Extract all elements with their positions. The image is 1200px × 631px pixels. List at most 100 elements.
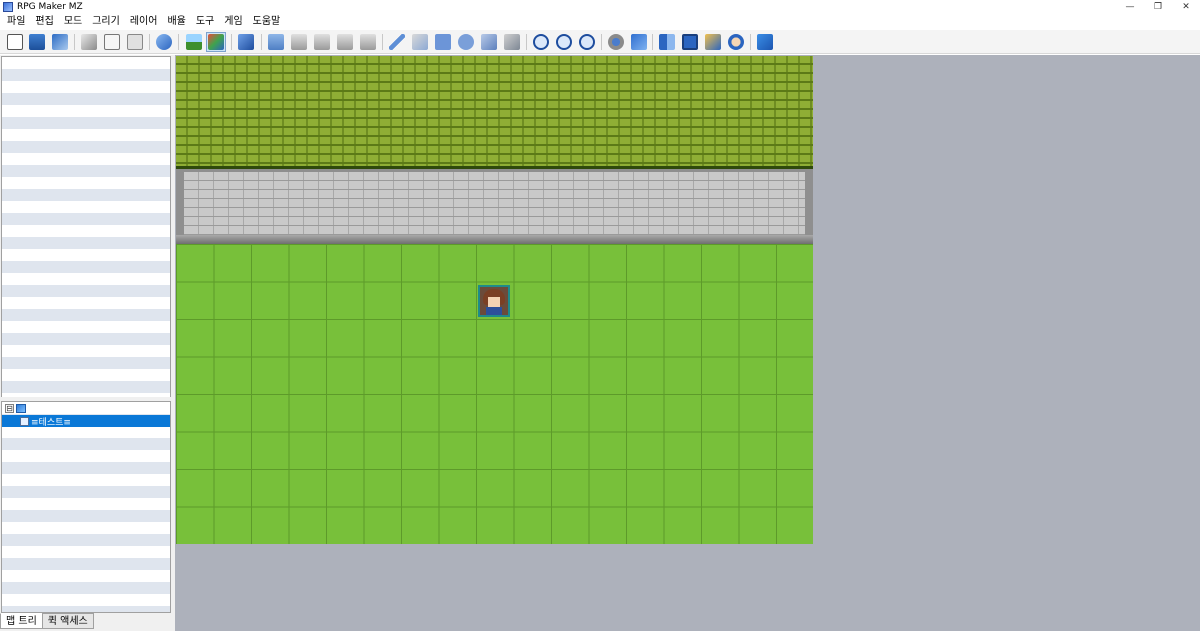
layer-2-icon bbox=[314, 34, 330, 50]
plugin-manager-icon bbox=[631, 34, 647, 50]
event-mode-button[interactable] bbox=[206, 32, 226, 52]
event-searcher-button[interactable] bbox=[680, 32, 700, 52]
menu-tools[interactable]: 도구 bbox=[191, 13, 219, 30]
map-tree-root[interactable]: ⊟ bbox=[2, 402, 170, 414]
toolbar-separator bbox=[231, 34, 232, 50]
eraser-icon bbox=[412, 34, 428, 50]
playtest-icon bbox=[757, 34, 773, 50]
stone-wall bbox=[176, 169, 813, 244]
plugin-manager-button[interactable] bbox=[629, 32, 649, 52]
undo-icon bbox=[156, 34, 172, 50]
tile-palette[interactable] bbox=[1, 56, 171, 398]
resource-manager-icon bbox=[705, 34, 721, 50]
ellipse-icon bbox=[458, 34, 474, 50]
toolbar-separator bbox=[652, 34, 653, 50]
eraser-button[interactable] bbox=[410, 32, 430, 52]
window-title: RPG Maker MZ bbox=[17, 1, 83, 12]
open-project-button[interactable] bbox=[27, 32, 47, 52]
undo-button[interactable] bbox=[154, 32, 174, 52]
zoom-out-button[interactable] bbox=[554, 32, 574, 52]
character-generator-icon bbox=[728, 34, 744, 50]
rectangle-icon bbox=[435, 34, 451, 50]
copy-icon bbox=[104, 34, 120, 50]
pencil-button[interactable] bbox=[387, 32, 407, 52]
fill-button[interactable] bbox=[479, 32, 499, 52]
layer-1-icon bbox=[291, 34, 307, 50]
save-project-button[interactable] bbox=[50, 32, 70, 52]
minimize-button[interactable]: — bbox=[1116, 0, 1144, 13]
sound-test-icon bbox=[659, 34, 675, 50]
hedge-tiles bbox=[176, 56, 813, 169]
character-body bbox=[486, 307, 502, 315]
layer-3-button[interactable] bbox=[335, 32, 355, 52]
save-project-icon bbox=[52, 34, 68, 50]
app-icon bbox=[3, 1, 13, 12]
paste-button[interactable] bbox=[125, 32, 145, 52]
sound-test-button[interactable] bbox=[657, 32, 677, 52]
zoom-actual-icon bbox=[579, 34, 595, 50]
toolbar-separator bbox=[261, 34, 262, 50]
character-generator-button[interactable] bbox=[726, 32, 746, 52]
resource-manager-button[interactable] bbox=[703, 32, 723, 52]
map-icon bbox=[20, 416, 29, 426]
toolbar-separator bbox=[149, 34, 150, 50]
region-button[interactable] bbox=[236, 32, 256, 52]
left-panel: ⊟ ≡테스트≡ 맵 트리 퀵 액세스 bbox=[0, 55, 175, 631]
menu-layer[interactable]: 레이어 bbox=[125, 13, 163, 30]
toolbar-separator bbox=[526, 34, 527, 50]
stone-wall-bricks bbox=[184, 172, 805, 235]
region-icon bbox=[238, 34, 254, 50]
panel-splitter[interactable] bbox=[1, 397, 171, 400]
zoom-in-icon bbox=[533, 34, 549, 50]
close-button[interactable]: ✕ bbox=[1172, 0, 1200, 13]
playtest-button[interactable] bbox=[755, 32, 775, 52]
layer-auto-icon bbox=[268, 34, 284, 50]
tab-quick-access[interactable]: 퀵 액세스 bbox=[41, 613, 94, 629]
toolbar-separator bbox=[178, 34, 179, 50]
cut-icon bbox=[81, 34, 97, 50]
cut-button[interactable] bbox=[79, 32, 99, 52]
event-searcher-icon bbox=[682, 34, 698, 50]
zoom-actual-button[interactable] bbox=[577, 32, 597, 52]
menu-bar: 파일 편집 모드 그리기 레이어 배율 도구 게임 도움말 bbox=[0, 13, 1200, 30]
character-face bbox=[488, 297, 500, 307]
database-button[interactable] bbox=[606, 32, 626, 52]
toolbar-separator bbox=[750, 34, 751, 50]
rectangle-button[interactable] bbox=[433, 32, 453, 52]
ellipse-button[interactable] bbox=[456, 32, 476, 52]
event-mode-icon bbox=[208, 34, 224, 50]
menu-file[interactable]: 파일 bbox=[2, 13, 30, 30]
new-project-button[interactable] bbox=[5, 32, 25, 52]
menu-scale[interactable]: 배율 bbox=[162, 13, 190, 30]
paste-icon bbox=[127, 34, 143, 50]
map-editor-area bbox=[175, 55, 1200, 631]
window-controls: — ❐ ✕ bbox=[1116, 0, 1200, 13]
open-project-icon bbox=[29, 34, 45, 50]
fill-icon bbox=[481, 34, 497, 50]
project-icon bbox=[16, 403, 26, 413]
layer-1-button[interactable] bbox=[289, 32, 309, 52]
new-project-icon bbox=[7, 34, 23, 50]
layer-4-button[interactable] bbox=[358, 32, 378, 52]
left-panel-tabs: 맵 트리 퀵 액세스 bbox=[0, 613, 175, 631]
toolbar bbox=[0, 30, 1200, 54]
menu-draw[interactable]: 그리기 bbox=[87, 13, 125, 30]
menu-mode[interactable]: 모드 bbox=[59, 13, 87, 30]
copy-button[interactable] bbox=[102, 32, 122, 52]
map-canvas[interactable] bbox=[176, 56, 813, 544]
collapse-icon[interactable]: ⊟ bbox=[5, 403, 14, 413]
restore-button[interactable]: ❐ bbox=[1144, 0, 1172, 13]
player-start-event[interactable] bbox=[478, 285, 510, 317]
stone-wall-base bbox=[176, 235, 813, 244]
layer-2-button[interactable] bbox=[312, 32, 332, 52]
menu-help[interactable]: 도움말 bbox=[248, 13, 286, 30]
zoom-in-button[interactable] bbox=[531, 32, 551, 52]
shadow-pen-button[interactable] bbox=[502, 32, 522, 52]
menu-edit[interactable]: 편집 bbox=[30, 13, 58, 30]
tab-map-tree[interactable]: 맵 트리 bbox=[0, 613, 43, 629]
layer-auto-button[interactable] bbox=[266, 32, 286, 52]
shadow-pen-icon bbox=[504, 34, 520, 50]
menu-game[interactable]: 게임 bbox=[219, 13, 247, 30]
map-mode-button[interactable] bbox=[184, 32, 204, 52]
map-tree-item-test[interactable]: ≡테스트≡ bbox=[2, 415, 170, 428]
